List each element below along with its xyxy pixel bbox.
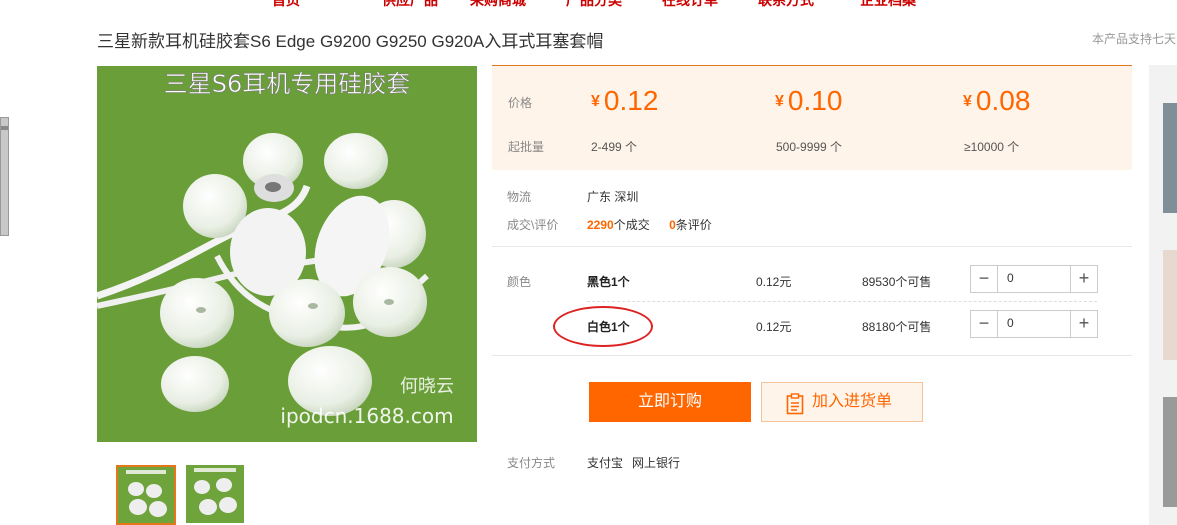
quantity-input[interactable] (999, 315, 1073, 331)
buy-now-button[interactable]: 立即订购 (589, 382, 751, 422)
review-count: 0 (669, 218, 676, 232)
payment-label: 支付方式 (507, 456, 556, 470)
nav-item-orders[interactable]: 在线订单 (662, 0, 718, 10)
minus-button[interactable]: − (971, 311, 998, 337)
price-tier-2: ¥0.10 (775, 85, 843, 116)
minus-button[interactable]: − (971, 266, 998, 292)
variant-name-black: 黑色1个 (587, 275, 630, 289)
stats-label: 成交\评价 (507, 218, 559, 232)
nav-item-mall[interactable]: 采购商城 (470, 0, 526, 10)
price-tier-3: ¥0.08 (963, 85, 1031, 116)
support-note: 本产品支持七天 (1092, 32, 1177, 46)
divider (492, 355, 1132, 356)
plus-button[interactable]: + (1070, 266, 1097, 292)
recommendation-column (1149, 65, 1177, 525)
moq-label: 起批量 (508, 140, 545, 154)
variant-stock-white: 88180个可售 (862, 320, 932, 334)
scrollbar[interactable] (0, 117, 9, 236)
quantity-stepper-white: − + (970, 310, 1098, 338)
nav-item-profile[interactable]: 企业档案 (860, 0, 916, 10)
thumbnail-2[interactable] (186, 465, 244, 523)
price-panel: 价格 起批量 ¥0.12 ¥0.10 ¥0.08 2-499 个 500-999… (492, 65, 1132, 170)
variant-price-black: 0.12元 (756, 275, 792, 289)
nav-item-supply[interactable]: 供应产品 (382, 0, 438, 10)
add-to-purchase-list-button[interactable]: 加入进货单 (761, 382, 923, 422)
qty-range-3: ≥10000 个 (964, 140, 1020, 154)
nav-item-category[interactable]: 产品分类 (566, 0, 622, 10)
review-unit: 条评价 (675, 218, 712, 232)
logistics-location: 广东 深圳 (587, 190, 639, 204)
scrollbar-knob[interactable] (1, 126, 8, 130)
color-label: 颜色 (507, 275, 532, 289)
thumbnail-1[interactable] (116, 465, 176, 525)
product-title: 三星新款耳机硅胶套S6 Edge G9200 G9250 G920A入耳式耳塞套… (97, 32, 604, 51)
nav-item-home[interactable]: 首页 (272, 0, 300, 10)
price-tier-1: ¥0.12 (591, 85, 659, 116)
row-divider (587, 301, 1097, 302)
payment-method-alipay: 支付宝 (587, 456, 624, 470)
qty-range-1: 2-499 个 (591, 140, 638, 154)
main-product-image: 三星S6耳机专用硅胶套 何晓云 ipodcn.1688.com (97, 66, 477, 442)
deal-count: 2290 (587, 218, 614, 232)
qty-range-2: 500-9999 个 (776, 140, 843, 154)
image-title-text: 三星S6耳机专用硅胶套 (164, 70, 411, 98)
highlight-circle-annotation (553, 306, 653, 347)
quantity-stepper-black: − + (970, 265, 1098, 293)
plus-button[interactable]: + (1070, 311, 1097, 337)
recommended-item-image[interactable] (1163, 250, 1177, 360)
payment-method-netbank: 网上银行 (632, 456, 681, 470)
clipboard-icon (786, 392, 804, 430)
logistics-label: 物流 (507, 190, 532, 204)
quantity-input[interactable] (999, 270, 1073, 286)
variant-stock-black: 89530个可售 (862, 275, 932, 289)
deal-unit: 个成交 (613, 218, 650, 232)
recommended-item-image[interactable] (1163, 397, 1177, 507)
nav-item-contact[interactable]: 联系方式 (758, 0, 814, 10)
deal-stats: 2290个成交 0条评价 (587, 216, 712, 233)
add-to-list-label: 加入进货单 (812, 393, 893, 410)
watermark-url: ipodcn.1688.com (280, 404, 453, 428)
variant-price-white: 0.12元 (756, 320, 792, 334)
top-nav: 首页 供应产品 采购商城 产品分类 在线订单 联系方式 企业档案 (0, 0, 1177, 8)
recommended-item-image[interactable] (1163, 103, 1177, 213)
watermark-name: 何晓云 (400, 376, 454, 397)
price-label: 价格 (508, 96, 533, 110)
divider (492, 246, 1132, 247)
